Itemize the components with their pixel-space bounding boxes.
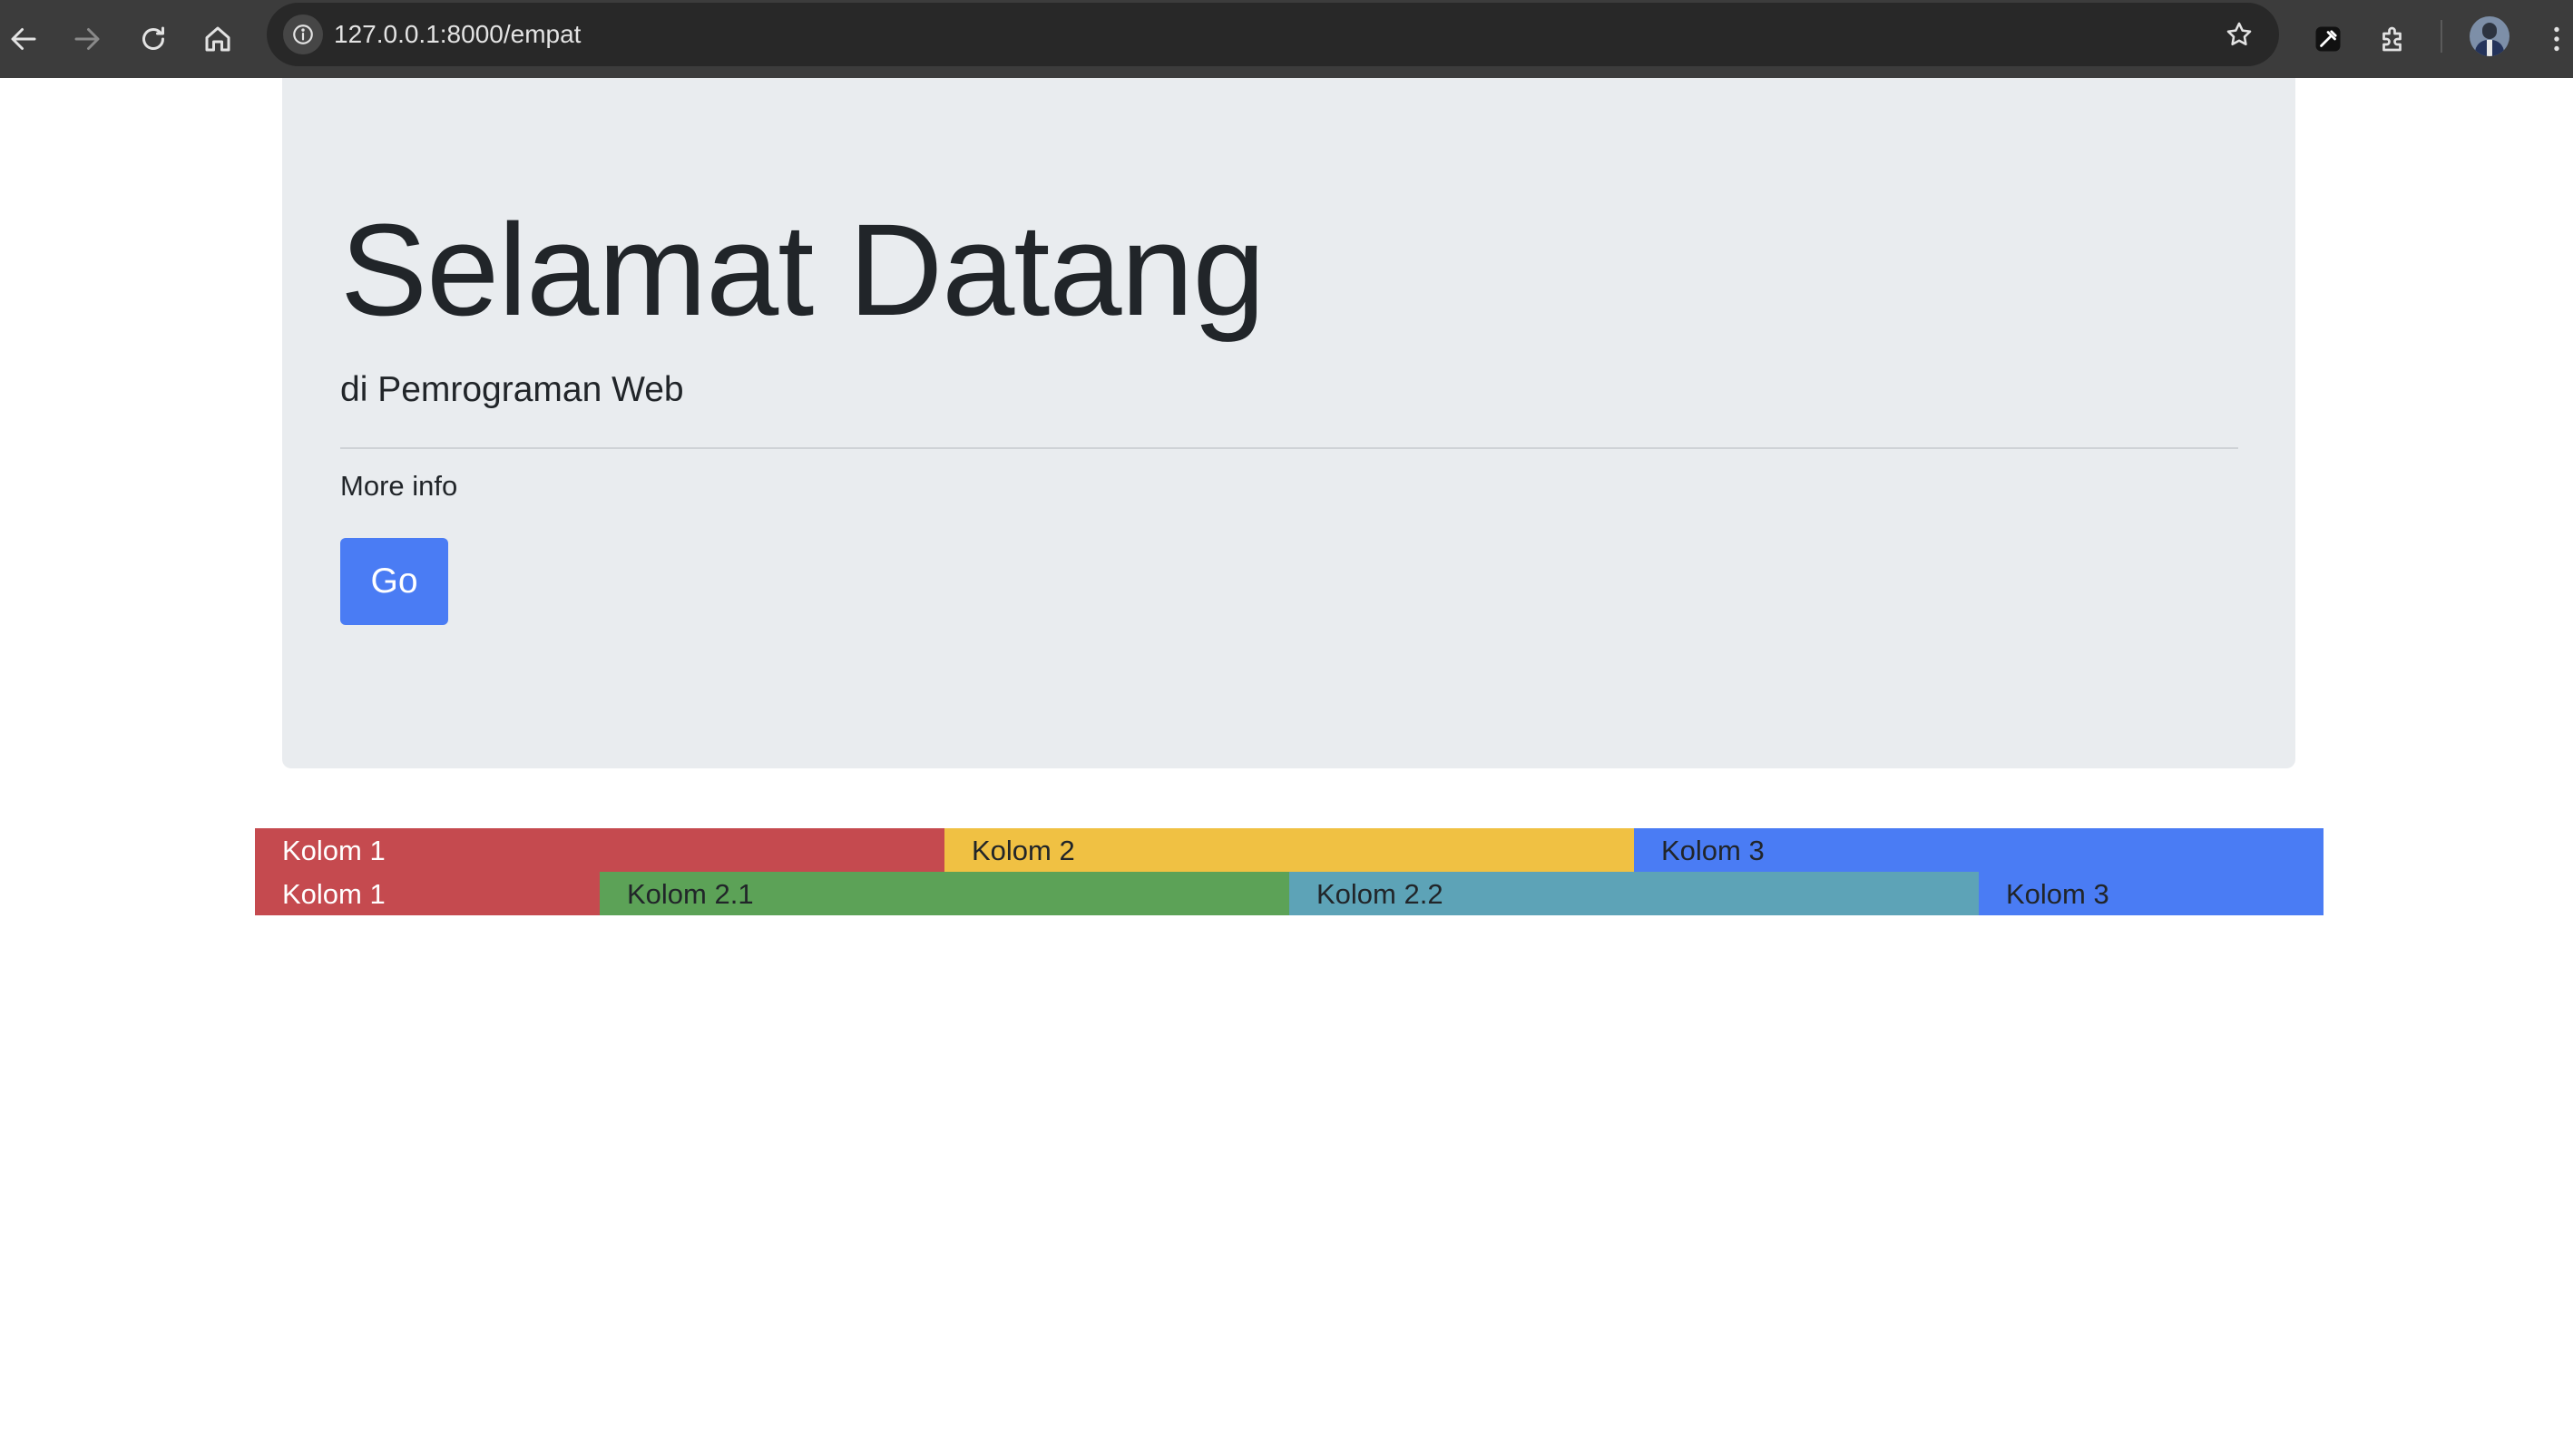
address-bar[interactable]: 127.0.0.1:8000/empat — [267, 3, 2279, 66]
extensions-icon[interactable] — [2364, 10, 2422, 68]
page-subtitle: di Pemrograman Web — [340, 370, 684, 409]
avatar[interactable] — [2470, 16, 2509, 56]
grid-cell-kolom-1: Kolom 1 — [255, 828, 944, 872]
reload-icon[interactable] — [124, 10, 182, 68]
grid-cell-kolom-1: Kolom 1 — [255, 872, 600, 915]
menu-icon[interactable] — [2528, 10, 2573, 68]
grid-cell-kolom-3: Kolom 3 — [1634, 828, 2324, 872]
grid-row-2: Kolom 1 Kolom 2.1 Kolom 2.2 Kolom 3 — [255, 872, 2324, 915]
url-text[interactable]: 127.0.0.1:8000/empat — [334, 3, 581, 66]
back-icon[interactable] — [0, 10, 53, 68]
grid-cell-kolom-2: Kolom 2 — [944, 828, 1634, 872]
grid-cell-kolom-2-2: Kolom 2.2 — [1289, 872, 1979, 915]
go-button[interactable]: Go — [340, 538, 448, 625]
toolbar-separator — [2441, 20, 2442, 53]
page-title: Selamat Datang — [340, 197, 1266, 343]
grid-cell-kolom-2-1: Kolom 2.1 — [600, 872, 1289, 915]
jumbotron: Selamat Datang di Pemrograman Web More i… — [282, 78, 2295, 768]
grid-row-1: Kolom 1 Kolom 2 Kolom 3 — [255, 828, 2324, 872]
more-info-text: More info — [340, 470, 458, 502]
browser-toolbar: 127.0.0.1:8000/empat — [0, 0, 2573, 78]
divider — [340, 447, 2238, 449]
grid-cell-kolom-3: Kolom 3 — [1979, 872, 2324, 915]
eyedropper-icon[interactable] — [2299, 10, 2357, 68]
forward-icon[interactable] — [58, 10, 116, 68]
home-icon[interactable] — [189, 10, 247, 68]
bookmark-star-icon[interactable] — [2219, 15, 2259, 54]
site-info-icon[interactable] — [283, 15, 323, 54]
